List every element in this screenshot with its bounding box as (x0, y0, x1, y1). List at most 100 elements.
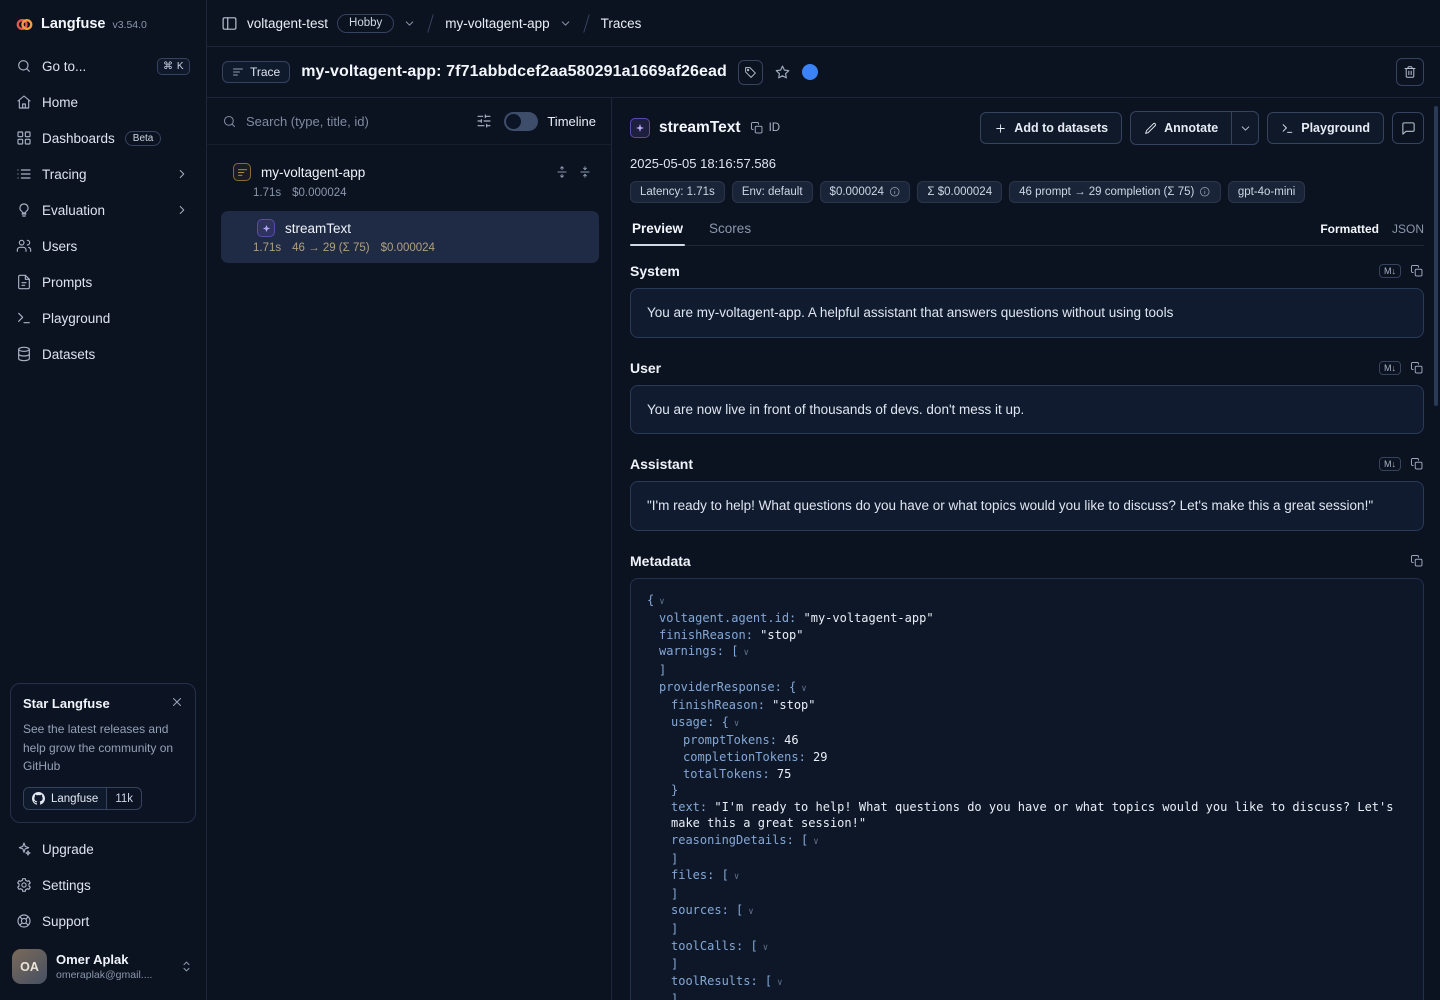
copy-icon[interactable] (1410, 457, 1424, 471)
chevron-down-icon[interactable]: ∨ (777, 978, 782, 988)
sidebar-item-users[interactable]: Users (0, 228, 206, 264)
json-line: providerResponse: {∨ (647, 679, 1407, 698)
markdown-toggle[interactable]: M↓ (1379, 361, 1401, 375)
format-formatted-button[interactable]: Formatted (1320, 222, 1379, 236)
add-to-datasets-button[interactable]: Add to datasets (980, 112, 1122, 144)
chevron-down-icon[interactable]: ∨ (743, 648, 748, 658)
chevron-down-icon[interactable]: ∨ (801, 684, 806, 694)
copy-icon[interactable] (1410, 554, 1424, 568)
bookmark-star-icon[interactable] (774, 64, 791, 81)
json-line: finishReason: "stop" (647, 697, 1407, 714)
json-line: finishReason: "stop" (647, 627, 1407, 644)
section-label: User (630, 360, 661, 376)
observation-title: streamText (659, 119, 741, 137)
json-line: } (647, 782, 1407, 799)
database-icon (16, 346, 32, 362)
info-icon (1199, 186, 1211, 198)
goto-search[interactable]: Go to... ⌘ K (0, 48, 206, 84)
copy-icon[interactable] (1410, 264, 1424, 278)
markdown-toggle[interactable]: M↓ (1379, 457, 1401, 471)
unfold-vertical-icon[interactable] (555, 165, 569, 179)
chevron-down-icon[interactable]: ∨ (748, 907, 753, 917)
public-indicator-icon[interactable] (802, 64, 818, 80)
playground-button[interactable]: Playground (1267, 112, 1384, 144)
model-badge[interactable]: gpt-4o-mini (1228, 181, 1306, 203)
sidebar-item-playground[interactable]: Playground (0, 300, 206, 336)
user-meta: Omer Aplak omeraplak@gmail.... (56, 952, 152, 981)
chevron-down-icon[interactable] (403, 17, 416, 30)
sidebar-item-tracing[interactable]: Tracing (0, 156, 206, 192)
sidebar-item-settings[interactable]: Settings (0, 867, 206, 903)
assistant-message: "I'm ready to help! What questions do yo… (630, 481, 1424, 531)
annotate-button[interactable]: Annotate (1131, 112, 1231, 144)
sidebar-item-datasets[interactable]: Datasets (0, 336, 206, 372)
chevron-down-icon[interactable]: ∨ (734, 872, 739, 882)
github-star-count: 11k (106, 788, 141, 809)
scrollbar[interactable] (1434, 106, 1438, 406)
github-icon (32, 792, 45, 805)
timeline-toggle[interactable] (504, 112, 538, 131)
tab-scores[interactable]: Scores (707, 221, 753, 245)
github-star-button[interactable]: Langfuse 11k (23, 787, 142, 810)
sidebar-item-evaluation[interactable]: Evaluation (0, 192, 206, 228)
copy-id-button[interactable]: ID (750, 121, 781, 135)
annotate-dropdown-button[interactable] (1231, 112, 1258, 144)
sidebar-item-support[interactable]: Support (0, 903, 206, 939)
breadcrumb-project[interactable]: my-voltagent-app (445, 16, 549, 31)
chevron-down-icon[interactable] (559, 17, 572, 30)
langfuse-logo-icon (15, 15, 34, 34)
chevron-down-icon[interactable]: ∨ (763, 943, 768, 953)
breadcrumb-bar: voltagent-test Hobby my-voltagent-app Tr… (207, 0, 1440, 47)
nav-label: Users (42, 239, 77, 254)
breadcrumb-org[interactable]: voltagent-test (247, 16, 328, 31)
metadata-json: {∨voltagent.agent.id: "my-voltagent-app"… (630, 578, 1424, 1000)
sidebar-nav: Home Dashboards Beta Tracing Evaluation … (0, 84, 206, 372)
copy-icon[interactable] (1410, 361, 1424, 375)
format-json-button[interactable]: JSON (1392, 222, 1424, 236)
trash-icon (1403, 65, 1417, 79)
nav-label: Home (42, 95, 78, 110)
chevron-down-icon[interactable]: ∨ (734, 719, 739, 729)
close-icon[interactable] (170, 695, 184, 709)
sidebar-item-home[interactable]: Home (0, 84, 206, 120)
goto-label: Go to... (42, 59, 86, 74)
markdown-toggle[interactable]: M↓ (1379, 264, 1401, 278)
json-line: usage: {∨ (647, 714, 1407, 733)
sidebar-item-dashboards[interactable]: Dashboards Beta (0, 120, 206, 156)
tag-button[interactable] (738, 60, 763, 85)
plan-badge[interactable]: Hobby (337, 14, 394, 33)
trace-tree: my-voltagent-app 1.71s $0.000024 (207, 145, 611, 263)
comment-button[interactable] (1392, 112, 1424, 144)
token-usage-badge[interactable]: 46 prompt → 29 completion (Σ 75) (1009, 181, 1221, 203)
sidebar-item-prompts[interactable]: Prompts (0, 264, 206, 300)
chevron-down-icon[interactable]: ∨ (659, 597, 664, 607)
filter-sliders-icon[interactable] (476, 113, 492, 129)
sparkles-icon (16, 841, 32, 857)
search-icon (16, 58, 32, 74)
cost-badge[interactable]: $0.000024 (820, 181, 911, 203)
chevrons-up-down-icon (179, 959, 194, 974)
json-line: {∨ (647, 592, 1407, 611)
tab-preview[interactable]: Preview (630, 221, 685, 245)
chevron-down-icon[interactable]: ∨ (813, 837, 818, 847)
tree-search-input[interactable] (246, 114, 467, 129)
star-langfuse-card: Star Langfuse See the latest releases an… (10, 683, 196, 823)
sidebar-toggle-icon[interactable] (221, 15, 238, 32)
tree-node-metrics: 1.71s $0.000024 (233, 187, 592, 199)
tree-node-name: streamText (285, 221, 351, 236)
delete-trace-button[interactable] (1396, 58, 1424, 86)
json-line: ] (647, 921, 1407, 938)
latency-badge: Latency: 1.71s (630, 181, 725, 203)
node-latency: 1.71s (253, 187, 281, 199)
nav-label: Datasets (42, 347, 95, 362)
node-tokens: 46 → 29 (Σ 75) (292, 242, 369, 254)
sidebar-item-upgrade[interactable]: Upgrade (0, 831, 206, 867)
user-menu[interactable]: OA Omer Aplak omeraplak@gmail.... (0, 939, 206, 1000)
tree-node-root[interactable]: my-voltagent-app 1.71s $0.000024 (207, 155, 598, 199)
chevron-right-icon (174, 167, 190, 181)
fold-vertical-icon[interactable] (578, 165, 592, 179)
tree-node-streamtext[interactable]: streamText 1.71s 46 → 29 (Σ 75) $0.00002… (221, 211, 599, 263)
lightbulb-icon (16, 202, 32, 218)
nav-label: Evaluation (42, 203, 105, 218)
breadcrumb-page[interactable]: Traces (601, 16, 642, 31)
